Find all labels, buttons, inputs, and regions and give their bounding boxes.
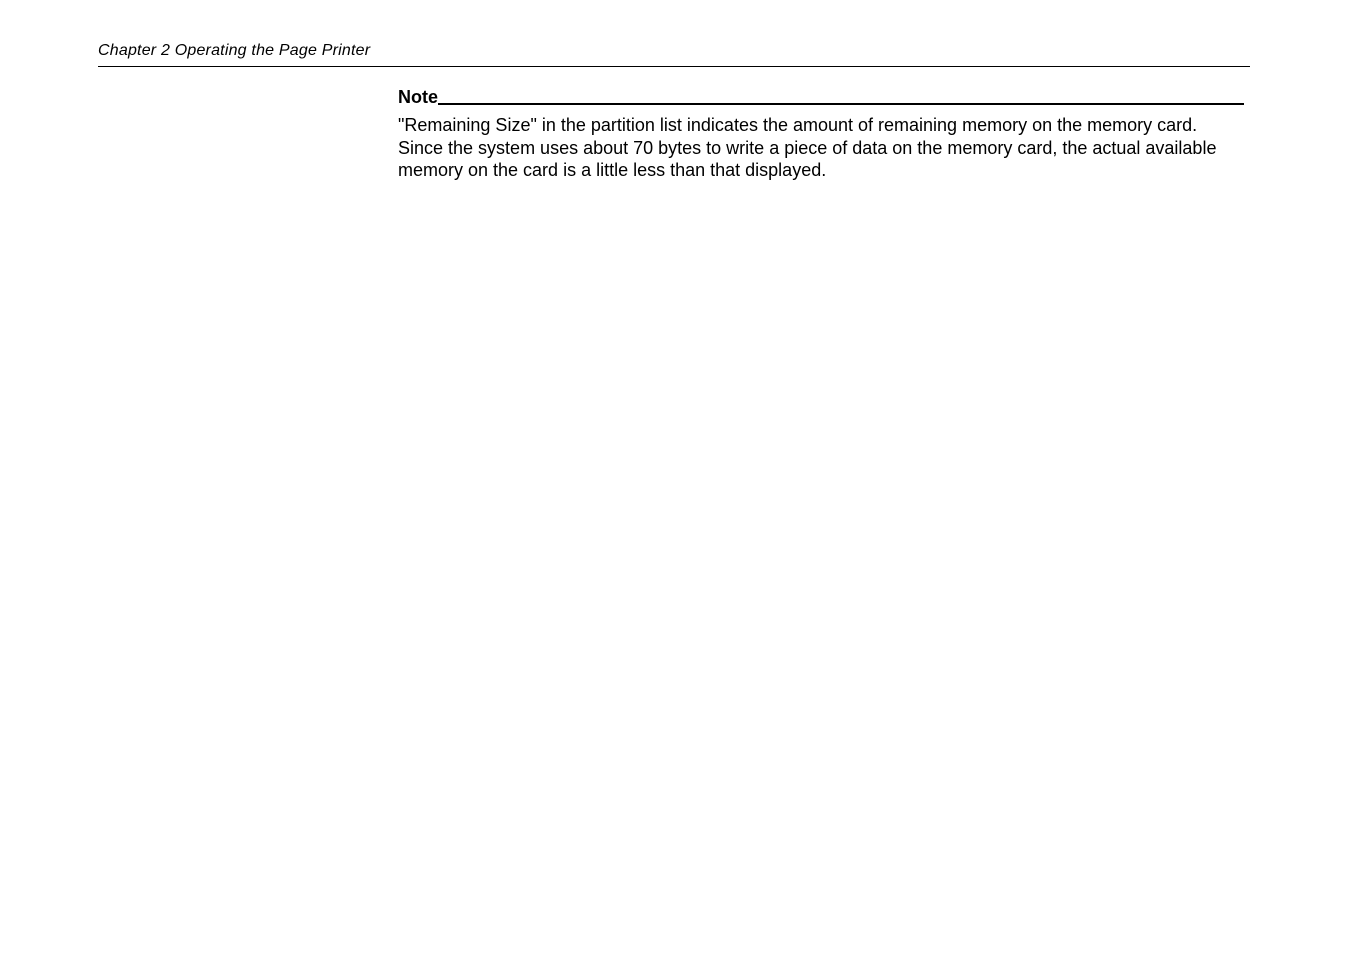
chapter-header: Chapter 2 Operating the Page Printer: [98, 42, 1250, 60]
note-underline: [438, 103, 1244, 105]
body-area: Note "Remaining Size" in the partition l…: [398, 87, 1244, 182]
header-divider: [98, 66, 1250, 67]
note-body-text: "Remaining Size" in the partition list i…: [398, 114, 1244, 182]
note-heading-row: Note: [398, 87, 1244, 108]
document-page: Chapter 2 Operating the Page Printer Not…: [0, 0, 1348, 224]
note-label: Note: [398, 87, 438, 108]
